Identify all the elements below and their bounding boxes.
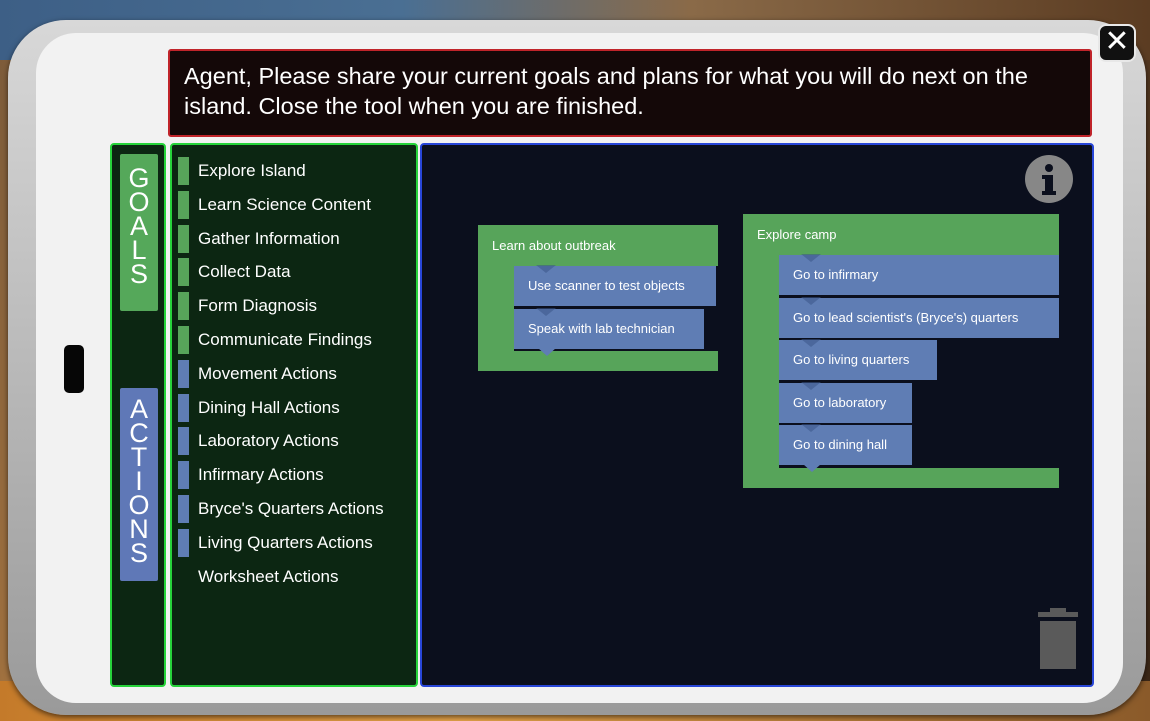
block-notch — [801, 424, 821, 432]
goal-block-spine — [743, 255, 779, 488]
list-item-color-bar — [178, 190, 189, 219]
action-block-label: Go to laboratory — [793, 394, 887, 410]
action-block-label: Go to infirmary — [793, 267, 879, 282]
action-block[interactable]: Go to lead scientist's (Bryce's) quarter… — [779, 296, 1059, 338]
list-item-label: Gather Information — [198, 228, 340, 248]
list-item-color-bar — [178, 359, 189, 388]
list-item[interactable]: Dining Hall Actions — [178, 393, 414, 422]
block-notch — [801, 254, 821, 262]
list-item-color-bar — [178, 157, 189, 185]
list-item-color-bar — [178, 326, 189, 354]
info-icon[interactable] — [1025, 155, 1073, 203]
list-item[interactable]: Infirmary Actions — [178, 461, 414, 490]
list-item-label: Movement Actions — [198, 363, 337, 383]
list-item-label: Worksheet Actions — [198, 566, 339, 586]
action-block[interactable]: Go to living quarters — [779, 339, 937, 380]
goal-block-header[interactable]: Explore camp — [743, 214, 1059, 255]
action-block-label: Go to lead scientist's (Bryce's) quarter… — [793, 309, 1019, 325]
list-item[interactable]: Form Diagnosis — [178, 292, 414, 321]
tab-goals[interactable]: GOALS — [120, 154, 158, 311]
block-notch — [801, 339, 821, 347]
close-button[interactable]: ✕ — [1098, 24, 1136, 62]
list-item-label: Explore Island — [198, 161, 306, 180]
list-item[interactable]: Communicate Findings — [178, 326, 414, 354]
goal-block-header[interactable]: Learn about outbreak — [478, 225, 718, 266]
list-item-color-bar — [178, 393, 189, 422]
plan-workspace[interactable]: Learn about outbreak Use scanner to test … — [420, 143, 1094, 687]
block-notch — [536, 307, 556, 316]
action-block[interactable]: Use scanner to test objects — [514, 265, 716, 306]
block-notch — [536, 265, 556, 273]
tablet-home-button — [64, 345, 84, 393]
list-item-color-bar — [178, 495, 189, 523]
action-block[interactable]: Go to infirmary — [779, 254, 1059, 295]
action-block-label: Go to living quarters — [793, 352, 910, 367]
close-icon: ✕ — [1104, 25, 1130, 58]
block-notch — [801, 296, 821, 305]
tab-column: GOALS ACTIONS — [110, 143, 166, 687]
goal-block-footer — [743, 467, 1059, 488]
list-item-color-bar — [178, 292, 189, 321]
list-item[interactable]: Gather Information — [178, 224, 414, 253]
list-item[interactable]: Worksheet Actions — [178, 563, 414, 591]
list-item-color-bar — [178, 258, 189, 287]
list-item[interactable]: Laboratory Actions — [178, 427, 414, 456]
goal-block-label: Learn about outbreak — [492, 238, 616, 253]
action-block[interactable]: Speak with lab technician — [514, 307, 704, 356]
goal-block-footer — [478, 351, 718, 371]
list-item-label: Infirmary Actions — [198, 465, 324, 485]
tab-actions[interactable]: ACTIONS — [120, 388, 158, 581]
action-block-label: Go to dining hall — [793, 437, 887, 452]
action-block-label: Speak with lab technician — [528, 320, 675, 336]
block-notch — [801, 381, 821, 390]
list-item-label: Dining Hall Actions — [198, 397, 340, 417]
tab-letter: S — [129, 259, 148, 289]
list-item-color-bar — [178, 427, 189, 456]
action-block[interactable]: Go to dining hall — [779, 424, 912, 472]
list-item-label: Collect Data — [198, 262, 291, 282]
action-block-label: Use scanner to test objects — [528, 278, 685, 293]
tab-letter: S — [129, 538, 148, 568]
list-item[interactable]: Collect Data — [178, 258, 414, 287]
goals-actions-list: Explore Island Learn Science Content Gathe… — [170, 143, 418, 687]
prompt-text: Agent, Please share your current goals a… — [184, 63, 1028, 119]
list-item[interactable]: Living Quarters Actions — [178, 528, 414, 557]
list-item-color-bar — [178, 461, 189, 490]
list-item[interactable]: Explore Island — [178, 157, 414, 185]
block-tab — [803, 464, 821, 472]
list-item-label: Laboratory Actions — [198, 431, 339, 451]
action-block[interactable]: Go to laboratory — [779, 381, 912, 423]
goal-block-label: Explore camp — [757, 227, 837, 242]
list-item-label: Learn Science Content — [198, 194, 371, 214]
list-item-color-bar — [178, 224, 189, 253]
list-item-label: Living Quarters Actions — [198, 532, 373, 552]
list-item-label: Form Diagnosis — [198, 296, 318, 316]
list-item-label: Communicate Findings — [198, 330, 372, 349]
trash-icon[interactable] — [1036, 608, 1080, 672]
list-item[interactable]: Learn Science Content — [178, 190, 414, 219]
list-item[interactable]: Movement Actions — [178, 359, 414, 388]
list-item-label: Bryce's Quarters Actions — [198, 499, 384, 518]
list-item-color-bar — [178, 528, 189, 557]
prompt-box: Agent, Please share your current goals a… — [168, 49, 1092, 137]
list-item[interactable]: Bryce's Quarters Actions — [178, 495, 414, 523]
block-tab — [538, 347, 556, 356]
